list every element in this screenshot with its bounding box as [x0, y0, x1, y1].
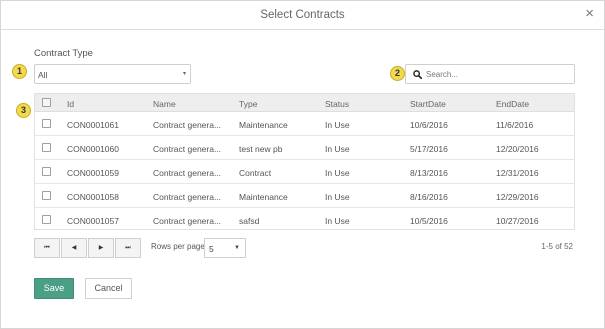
rows-per-page-value: 5 — [209, 244, 214, 254]
next-page-button[interactable]: ▶ — [88, 238, 114, 258]
search-box[interactable] — [405, 64, 575, 84]
cell-type: test new pb — [239, 144, 283, 154]
search-input[interactable] — [426, 68, 570, 81]
cell-name: Contract genera... — [153, 216, 222, 226]
row-checkbox[interactable] — [42, 143, 51, 152]
cell-id: CON0001057 — [67, 216, 119, 226]
cell-name: Contract genera... — [153, 168, 222, 178]
callout-marker-2: 2 — [390, 66, 405, 81]
cell-type: Maintenance — [239, 192, 288, 202]
cell-enddate: 12/31/2016 — [496, 168, 539, 178]
cancel-button[interactable]: Cancel — [85, 278, 132, 299]
chevron-down-icon: ▼ — [234, 245, 240, 251]
callout-marker-3: 3 — [16, 103, 31, 118]
contract-type-label: Contract Type — [34, 48, 93, 59]
cell-enddate: 10/27/2016 — [496, 216, 539, 226]
column-header-enddate[interactable]: EndDate — [496, 99, 529, 109]
column-header-id[interactable]: Id — [67, 99, 74, 109]
table-header: Id Name Type Status StartDate EndDate — [35, 94, 574, 112]
row-checkbox[interactable] — [42, 167, 51, 176]
table-row[interactable]: CON0001058 Contract genera... Maintenanc… — [35, 184, 574, 208]
cell-status: In Use — [325, 192, 350, 202]
cell-status: In Use — [325, 168, 350, 178]
column-header-type[interactable]: Type — [239, 99, 257, 109]
contracts-table: Id Name Type Status StartDate EndDate CO… — [34, 93, 575, 230]
cell-enddate: 12/29/2016 — [496, 192, 539, 202]
row-checkbox[interactable] — [42, 119, 51, 128]
contract-type-select[interactable]: All ▾ — [34, 64, 191, 84]
cell-startdate: 5/17/2016 — [410, 144, 448, 154]
close-icon[interactable]: × — [585, 6, 594, 21]
pager-info: 1-5 of 52 — [541, 242, 573, 251]
table-row[interactable]: CON0001057 Contract genera... safsd In U… — [35, 208, 574, 232]
column-header-status[interactable]: Status — [325, 99, 349, 109]
row-checkbox[interactable] — [42, 215, 51, 224]
cell-id: CON0001058 — [67, 192, 119, 202]
cell-status: In Use — [325, 120, 350, 130]
row-checkbox[interactable] — [42, 191, 51, 200]
cell-type: Contract — [239, 168, 272, 178]
cell-type: Maintenance — [239, 120, 288, 130]
column-header-name[interactable]: Name — [153, 99, 176, 109]
table-row[interactable]: CON0001060 Contract genera... test new p… — [35, 136, 574, 160]
cell-startdate: 8/13/2016 — [410, 168, 448, 178]
cell-name: Contract genera... — [153, 192, 222, 202]
cell-status: In Use — [325, 216, 350, 226]
column-header-startdate[interactable]: StartDate — [410, 99, 446, 109]
cell-status: In Use — [325, 144, 350, 154]
cell-enddate: 11/6/2016 — [496, 120, 534, 130]
table-row[interactable]: CON0001061 Contract genera... Maintenanc… — [35, 112, 574, 136]
select-contracts-dialog: Select Contracts × Contract Type All ▾ 1… — [0, 0, 605, 329]
cell-name: Contract genera... — [153, 144, 222, 154]
last-page-button[interactable]: ⏭ — [115, 238, 141, 258]
callout-marker-1: 1 — [12, 64, 27, 79]
dialog-title: Select Contracts — [260, 9, 345, 21]
save-button[interactable]: Save — [34, 278, 74, 299]
contract-type-value: All — [38, 70, 48, 80]
cell-type: safsd — [239, 216, 260, 226]
cell-id: CON0001059 — [67, 168, 119, 178]
cell-enddate: 12/20/2016 — [496, 144, 539, 154]
prev-page-button[interactable]: ◀ — [61, 238, 87, 258]
cell-startdate: 8/16/2016 — [410, 192, 448, 202]
select-all-checkbox[interactable] — [42, 98, 51, 107]
table-row[interactable]: CON0001059 Contract genera... Contract I… — [35, 160, 574, 184]
cell-startdate: 10/6/2016 — [410, 120, 448, 130]
cell-startdate: 10/5/2016 — [410, 216, 448, 226]
cell-name: Contract genera... — [153, 120, 222, 130]
cell-id: CON0001061 — [67, 120, 119, 130]
first-page-button[interactable]: ⏮ — [34, 238, 60, 258]
rows-per-page-select[interactable]: 5 ▼ — [204, 238, 246, 258]
rows-per-page-label: Rows per page: — [151, 242, 208, 251]
search-icon — [413, 70, 422, 79]
chevron-down-icon: ▾ — [182, 71, 186, 77]
cell-id: CON0001060 — [67, 144, 119, 154]
dialog-titlebar: Select Contracts × — [1, 1, 604, 30]
